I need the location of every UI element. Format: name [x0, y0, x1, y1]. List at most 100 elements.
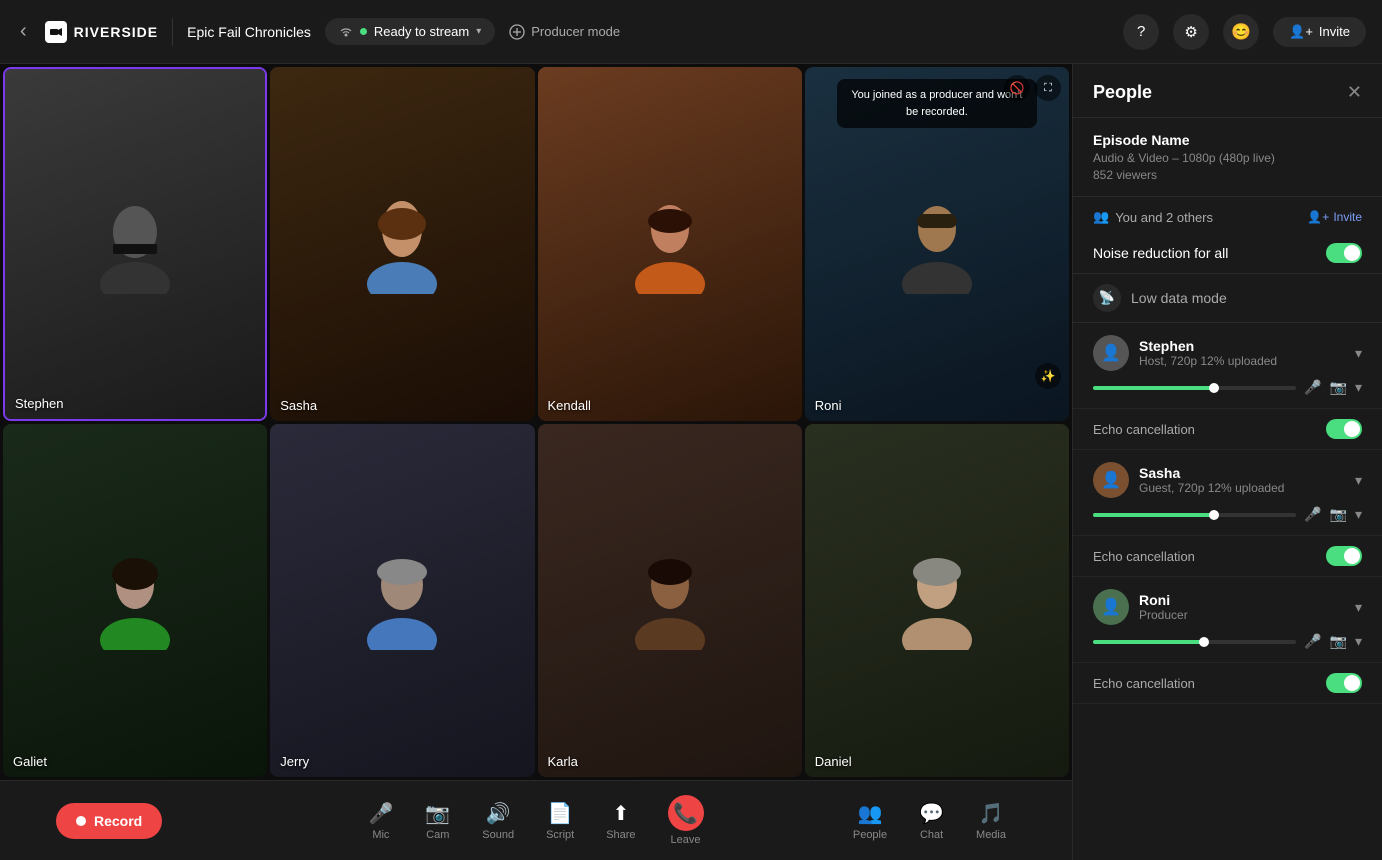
panel-close-button[interactable]: ✕ — [1347, 82, 1362, 103]
sasha-mic-ctrl-icon[interactable]: 🎤 — [1304, 506, 1321, 523]
galiet-avatar — [95, 550, 175, 650]
episode-info: Episode Name Audio & Video – 1080p (480p… — [1073, 118, 1382, 197]
stephen-panel-info: Stephen Host, 720p 12% uploaded — [1139, 338, 1345, 368]
roni-cam-ctrl-icon[interactable]: 📷 — [1330, 633, 1347, 650]
cam-label: Cam — [426, 829, 449, 841]
episode-quality: Audio & Video – 1080p (480p live) — [1093, 151, 1362, 165]
logo-icon — [45, 21, 67, 43]
person-card-stephen: 👤 Stephen Host, 720p 12% uploaded ▾ 🎤 📷 … — [1073, 323, 1382, 409]
toggle-knob — [1344, 245, 1360, 261]
participants-row: 👥 You and 2 others 👤+ Invite — [1073, 197, 1382, 233]
video-grid: Stephen Sasha — [0, 64, 1072, 780]
sasha-progress-fill — [1093, 513, 1215, 517]
producer-mode-icon — [509, 24, 525, 40]
roni-label: Roni — [815, 398, 842, 413]
stephen-progress-bar — [1093, 386, 1296, 390]
stream-status-label: Ready to stream — [374, 24, 469, 39]
panel-invite-button[interactable]: 👤+ Invite — [1307, 210, 1362, 224]
people-tab-label: People — [853, 829, 887, 841]
video-cell-jerry: Jerry — [270, 424, 534, 778]
cam-off-icon[interactable]: 🚫 — [1004, 75, 1030, 101]
share-button[interactable]: ⬆ Share — [590, 801, 651, 841]
stephen-more-icon[interactable]: ▾ — [1355, 379, 1362, 396]
video-cell-sasha: Sasha — [270, 67, 534, 421]
media-button[interactable]: 🎵 Media — [960, 801, 1022, 841]
low-data-label: Low data mode — [1131, 290, 1227, 306]
video-cell-kendall: Kendall — [538, 67, 802, 421]
roni-mic-ctrl-icon[interactable]: 🎤 — [1304, 633, 1321, 650]
stephen-label: Stephen — [15, 396, 63, 411]
invite-button[interactable]: 👤+ Invite — [1273, 17, 1366, 47]
emoji-button[interactable]: 😊 — [1223, 14, 1259, 50]
sound-label: Sound — [482, 829, 514, 841]
jerry-avatar — [362, 550, 442, 650]
roni-fx-icon[interactable]: ✨ — [1035, 363, 1061, 389]
stephen-panel-name: Stephen — [1139, 338, 1345, 354]
echo-toggle-stephen[interactable] — [1326, 419, 1362, 439]
sound-icon: 🔊 — [486, 801, 511, 826]
echo-label-stephen: Echo cancellation — [1093, 422, 1195, 437]
video-cell-karla: Karla — [538, 424, 802, 778]
sasha-progress-bar — [1093, 513, 1296, 517]
roni-progress-bar — [1093, 640, 1296, 644]
low-data-icon: 📡 — [1093, 284, 1121, 312]
stephen-panel-avatar: 👤 — [1093, 335, 1129, 371]
fullscreen-icon[interactable]: ⛶ — [1035, 75, 1061, 101]
roni-avatar — [897, 194, 977, 294]
video-cell-roni: You joined as a producer and won't be re… — [805, 67, 1069, 421]
wifi-icon — [339, 25, 353, 39]
record-dot-icon — [76, 816, 86, 826]
sasha-panel-info: Sasha Guest, 720p 12% uploaded — [1139, 465, 1345, 495]
roni-top-icons: 🚫 ⛶ — [1004, 75, 1061, 101]
roni-progress-fill — [1093, 640, 1205, 644]
record-button[interactable]: Record — [56, 803, 162, 839]
jerry-label: Jerry — [280, 754, 309, 769]
stephen-expand-button[interactable]: ▾ — [1355, 345, 1362, 362]
help-button[interactable]: ? — [1123, 14, 1159, 50]
chat-button[interactable]: 💬 Chat — [903, 801, 960, 841]
noise-reduction-toggle[interactable] — [1326, 243, 1362, 263]
script-button[interactable]: 📄 Script — [530, 801, 590, 841]
cam-button[interactable]: 📷 Cam — [409, 801, 466, 841]
back-button[interactable]: ‹ — [16, 16, 31, 47]
sound-button[interactable]: 🔊 Sound — [466, 801, 530, 841]
producer-mode-btn[interactable]: Producer mode — [509, 24, 620, 40]
video-area: Stephen Sasha — [0, 64, 1072, 860]
media-label: Media — [976, 829, 1006, 841]
stephen-avatar — [95, 194, 175, 294]
mic-button[interactable]: 🎤 Mic — [352, 801, 409, 841]
stephen-cam-ctrl-icon[interactable]: 📷 — [1330, 379, 1347, 396]
echo-label-roni: Echo cancellation — [1093, 676, 1195, 691]
sasha-more-icon[interactable]: ▾ — [1355, 506, 1362, 523]
daniel-avatar — [897, 550, 977, 650]
header-divider — [172, 18, 173, 46]
low-data-row: 📡 Low data mode — [1073, 274, 1382, 323]
stream-status-pill[interactable]: Ready to stream ▾ — [325, 18, 495, 45]
echo-toggle-roni[interactable] — [1326, 673, 1362, 693]
echo-toggle-sasha[interactable] — [1326, 546, 1362, 566]
roni-panel-avatar: 👤 — [1093, 589, 1129, 625]
roni-more-icon[interactable]: ▾ — [1355, 633, 1362, 650]
bottom-toolbar: Record 🎤 Mic 📷 Cam 🔊 Sound 📄 — [0, 780, 1072, 860]
echo-row-sasha: Echo cancellation — [1073, 536, 1382, 577]
settings-button[interactable]: ⚙ — [1173, 14, 1209, 50]
stephen-mic-ctrl-icon[interactable]: 🎤 — [1304, 379, 1321, 396]
sasha-label: Sasha — [280, 398, 317, 413]
sasha-expand-button[interactable]: ▾ — [1355, 472, 1362, 489]
echo-row-roni: Echo cancellation — [1073, 663, 1382, 704]
noise-reduction-label: Noise reduction for all — [1093, 245, 1228, 261]
stream-chevron-icon: ▾ — [476, 26, 481, 37]
leave-button[interactable]: 📞 Leave — [652, 795, 720, 846]
stephen-progress-thumb — [1209, 383, 1219, 393]
logo: RIVERSIDE — [45, 21, 158, 43]
person-card-roni: 👤 Roni Producer ▾ 🎤 📷 ▾ — [1073, 577, 1382, 663]
sasha-progress-thumb — [1209, 510, 1219, 520]
episode-name: Epic Fail Chronicles — [187, 24, 311, 40]
roni-expand-button[interactable]: ▾ — [1355, 599, 1362, 616]
sasha-cam-ctrl-icon[interactable]: 📷 — [1330, 506, 1347, 523]
main-content: Stephen Sasha — [0, 64, 1382, 860]
invite-label: Invite — [1319, 24, 1350, 39]
mic-label: Mic — [372, 829, 389, 841]
people-tab-button[interactable]: 👥 People — [837, 801, 903, 841]
kendall-label: Kendall — [548, 398, 591, 413]
